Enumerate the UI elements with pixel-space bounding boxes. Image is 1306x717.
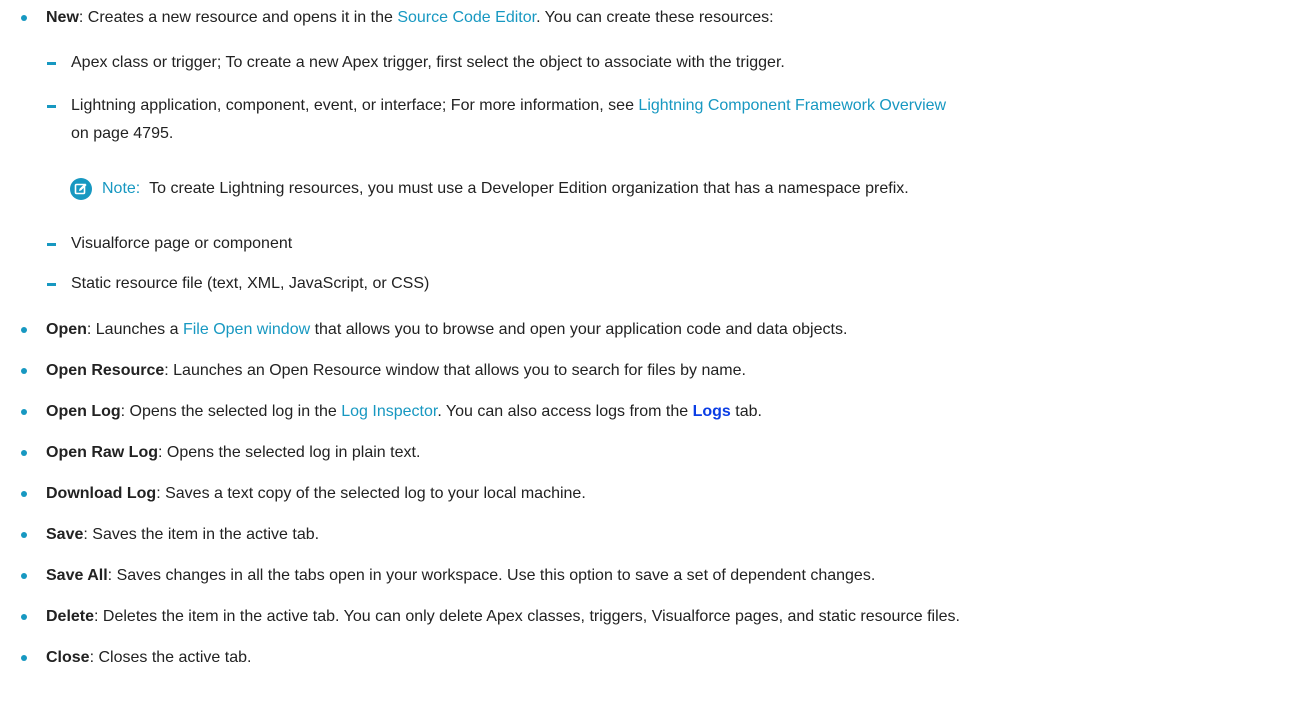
item-text: : Saves the item in the active tab.	[83, 526, 320, 543]
item-text: : Saves a text copy of the selected log …	[156, 485, 586, 502]
sublist-item-visualforce: Visualforce page or component	[71, 234, 292, 254]
sublist-item-lightning-cont: on page 4795.	[71, 124, 173, 144]
link-source-code-editor[interactable]: Source Code Editor	[397, 9, 536, 26]
bullet	[21, 327, 27, 333]
list-item-open-log: Open Log: Opens the selected log in the …	[46, 402, 762, 422]
term-save-all: Save All	[46, 567, 108, 584]
sublist-item-apex: Apex class or trigger; To create a new A…	[71, 53, 785, 73]
item-text: . You can also access logs from the	[437, 403, 693, 420]
logs-tab-label: Logs	[692, 403, 731, 420]
dash-bullet	[47, 105, 56, 108]
bullet	[21, 450, 27, 456]
item-text: tab.	[730, 403, 762, 420]
dash-bullet	[47, 243, 56, 246]
sublist-item-static-resource: Static resource file (text, XML, JavaScr…	[71, 274, 429, 294]
term-save: Save	[46, 526, 84, 543]
bullet	[21, 409, 27, 415]
term-open: Open	[46, 321, 87, 338]
item-text: : Opens the selected log in the	[120, 403, 342, 420]
item-text: : Deletes the item in the active tab. Yo…	[94, 608, 960, 625]
term-open-resource: Open Resource	[46, 362, 165, 379]
list-item-close: Close: Closes the active tab.	[46, 648, 251, 668]
item-text: : Opens the selected log in plain text.	[158, 444, 421, 461]
item-text: : Launches a	[86, 321, 183, 338]
term-open-log: Open Log	[46, 403, 121, 420]
list-item-new: New: Creates a new resource and opens it…	[46, 8, 774, 28]
link-log-inspector[interactable]: Log Inspector	[341, 403, 437, 420]
link-file-open-window[interactable]: File Open window	[183, 321, 310, 338]
item-text: that allows you to browse and open your …	[310, 321, 848, 338]
list-item-open-raw-log: Open Raw Log: Opens the selected log in …	[46, 443, 420, 463]
bullet	[21, 368, 27, 374]
note-text: To create Lightning resources, you must …	[149, 180, 909, 197]
term-close: Close	[46, 649, 90, 666]
link-lightning-component-framework-overview[interactable]: Lightning Component Framework Overview	[638, 97, 946, 114]
term-new: New	[46, 9, 79, 26]
subitem-text: on page 4795.	[71, 125, 174, 142]
list-item-save-all: Save All: Saves changes in all the tabs …	[46, 566, 875, 586]
list-item-open-resource: Open Resource: Launches an Open Resource…	[46, 361, 746, 381]
dash-bullet	[47, 62, 56, 65]
item-text: : Launches an Open Resource window that …	[164, 362, 746, 379]
item-text: . You can create these resources:	[536, 9, 774, 26]
bullet	[21, 532, 27, 538]
note-label: Note:	[102, 180, 141, 197]
list-item-download-log: Download Log: Saves a text copy of the s…	[46, 484, 586, 504]
subitem-text: Static resource file (text, XML, JavaScr…	[71, 275, 430, 292]
list-item-save: Save: Saves the item in the active tab.	[46, 525, 319, 545]
subitem-text: Apex class or trigger; To create a new A…	[71, 54, 785, 71]
list-item-delete: Delete: Deletes the item in the active t…	[46, 607, 960, 627]
item-text: : Saves changes in all the tabs open in …	[107, 567, 876, 584]
bullet	[21, 491, 27, 497]
term-download-log: Download Log	[46, 485, 157, 502]
note: Note: To create Lightning resources, you…	[102, 179, 909, 199]
term-open-raw-log: Open Raw Log	[46, 444, 158, 461]
subitem-text: Visualforce page or component	[71, 235, 293, 252]
bullet	[21, 655, 27, 661]
subitem-text: Lightning application, component, event,…	[71, 97, 639, 114]
item-text: : Closes the active tab.	[89, 649, 252, 666]
bullet	[21, 15, 27, 21]
list-item-open: Open: Launches a File Open window that a…	[46, 320, 847, 340]
item-text: : Creates a new resource and opens it in…	[78, 9, 398, 26]
bullet	[21, 573, 27, 579]
term-delete: Delete	[46, 608, 95, 625]
sublist-item-lightning: Lightning application, component, event,…	[71, 96, 946, 116]
bullet	[21, 614, 27, 620]
note-edit-icon	[70, 178, 92, 200]
dash-bullet	[47, 283, 56, 286]
